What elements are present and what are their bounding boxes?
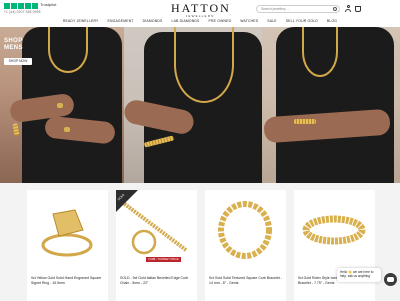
sale-tag: CURB - TURNKEY PRICE [146, 257, 181, 262]
search-icon[interactable] [333, 7, 337, 11]
chat-icon[interactable] [384, 273, 397, 286]
ring-shape [64, 127, 70, 132]
account-icon[interactable] [345, 5, 351, 13]
star-icon [32, 3, 38, 9]
nav-item-blog[interactable]: BLOG [327, 17, 337, 26]
search-placeholder: Search jewellery ... [261, 7, 290, 11]
bracelet-shape [294, 119, 316, 124]
hero-image-rings: SHOP MENS SHOP NOW [0, 27, 124, 183]
nav-item-watches[interactable]: WATCHES [240, 17, 258, 26]
product-title[interactable]: SOLD - 9ct Gold Italian Bevelled Edge Cu… [120, 276, 194, 286]
product-image [302, 215, 366, 245]
chain-shape [302, 27, 338, 77]
chain-shape [48, 27, 88, 73]
nav-item-engagement[interactable]: ENGAGEMENT [108, 17, 134, 26]
chat-popup[interactable]: Hello 👋 we are here to help, ask us anyt… [337, 268, 381, 282]
product-card[interactable]: 9ct Yellow Gold Solid Hand Engraved Squa… [27, 190, 108, 301]
logo-name: HATTON [171, 1, 231, 15]
product-title[interactable]: 9ct Yellow Gold Solid Hand Engraved Squa… [31, 276, 105, 286]
product-title[interactable]: 9ct Gold Solid Textured Square Curb Brac… [209, 276, 283, 286]
star-icon [18, 3, 24, 9]
hero-banner[interactable]: SHOP MENS SHOP NOW [0, 27, 400, 183]
nav-item-lab-diamonds[interactable]: LAB DIAMONDS [172, 17, 200, 26]
trustpilot-rating[interactable] [4, 3, 38, 9]
product-card[interactable]: 9ct Gold Rolex Style Iced Out Presidenti… [294, 190, 375, 301]
chain-shape [174, 27, 234, 103]
hero-image-chain [124, 27, 262, 183]
cart-icon[interactable] [355, 6, 361, 12]
nav-item-ready-jewellery[interactable]: READY JEWELLERY [63, 17, 99, 26]
search-input[interactable]: Search jewellery ... [256, 5, 340, 13]
product-card[interactable]: SOLD CURB - TURNKEY PRICE SOLD - 9ct Gol… [116, 190, 197, 301]
nav-item-sell-your-gold[interactable]: SELL YOUR GOLD [286, 17, 318, 26]
bracelet-shape [12, 123, 20, 136]
phone-number[interactable]: +1 (44) 0207 355 0999 [4, 10, 41, 14]
nav-item-sale[interactable]: SALE [267, 17, 276, 26]
nav-item-diamonds[interactable]: DIAMONDS [143, 17, 163, 26]
nav-item-pre-owned[interactable]: PRE OWNED [209, 17, 232, 26]
star-icon [4, 3, 10, 9]
product-carousel: 9ct Yellow Gold Solid Hand Engraved Squa… [0, 183, 400, 301]
hero-heading: SHOP MENS [4, 38, 23, 51]
hero-image-bracelet [262, 27, 400, 183]
ring-shape [57, 103, 63, 108]
shop-now-button[interactable]: SHOP NOW [4, 58, 32, 65]
trustpilot-label: Trustpilot [40, 2, 57, 7]
main-nav: READY JEWELLERY ENGAGEMENT DIAMONDS LAB … [0, 17, 400, 26]
star-icon [25, 3, 31, 9]
star-icon [11, 3, 17, 9]
product-image [41, 209, 93, 257]
site-logo[interactable]: HATTON JEWELLERS [171, 2, 229, 18]
product-image [218, 201, 272, 259]
product-card[interactable]: 9ct Gold Solid Textured Square Curb Brac… [205, 190, 286, 301]
